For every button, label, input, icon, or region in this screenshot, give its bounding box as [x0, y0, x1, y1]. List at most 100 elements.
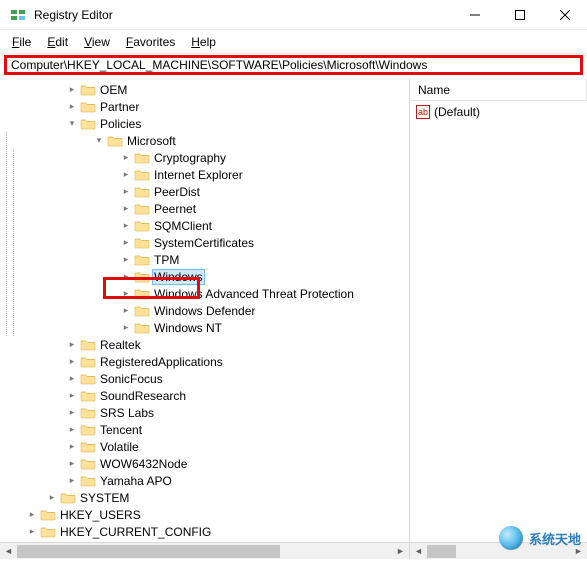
- folder-icon: [80, 440, 96, 454]
- scroll-left-arrow[interactable]: ◄: [410, 543, 427, 560]
- menu-file[interactable]: File: [4, 33, 39, 51]
- tree-item-label: RegisteredApplications: [98, 355, 225, 369]
- tree-item[interactable]: ▸ Realtek: [0, 336, 409, 353]
- values-pane[interactable]: Name ab(Default) ◄ ►: [410, 79, 587, 559]
- window-controls: [452, 0, 587, 29]
- chevron-right-icon[interactable]: ▸: [66, 441, 78, 452]
- tree-item[interactable]: ▸ TPM: [14, 251, 409, 268]
- menu-view[interactable]: View: [76, 33, 118, 51]
- chevron-right-icon[interactable]: ▸: [66, 475, 78, 486]
- menu-help[interactable]: Help: [183, 33, 224, 51]
- tree-item[interactable]: ▸Windows Advanced Threat Protection: [14, 285, 409, 302]
- chevron-right-icon[interactable]: ▸: [66, 407, 78, 418]
- chevron-right-icon[interactable]: ▸: [120, 254, 132, 265]
- menu-bar: File Edit View Favorites Help: [0, 30, 587, 54]
- chevron-right-icon[interactable]: ▸: [66, 458, 78, 469]
- chevron-right-icon[interactable]: ▸: [120, 237, 132, 248]
- tree-item[interactable]: ▸Windows NT: [14, 319, 409, 336]
- tree-item-label: Peernet: [152, 202, 198, 216]
- tree-item-label: Volatile: [98, 440, 141, 454]
- chevron-right-icon[interactable]: ▸: [26, 509, 38, 520]
- tree-item-label: Policies: [98, 117, 143, 131]
- tree-item[interactable]: ▸ RegisteredApplications: [0, 353, 409, 370]
- tree-horizontal-scrollbar[interactable]: ◄ ►: [0, 542, 409, 559]
- chevron-right-icon[interactable]: ▸: [66, 424, 78, 435]
- tree-item-label: SRS Labs: [98, 406, 156, 420]
- chevron-right-icon[interactable]: ▸: [66, 373, 78, 384]
- tree-item[interactable]: ▾ Policies: [0, 115, 409, 132]
- folder-icon: [134, 287, 150, 301]
- maximize-button[interactable]: [497, 0, 542, 29]
- scroll-right-arrow[interactable]: ►: [392, 543, 409, 560]
- chevron-right-icon[interactable]: ▸: [26, 526, 38, 537]
- chevron-down-icon[interactable]: ▾: [66, 118, 78, 129]
- tree-item[interactable]: ▸Tencent: [0, 421, 409, 438]
- chevron-right-icon[interactable]: ▸: [120, 271, 132, 282]
- chevron-right-icon[interactable]: ▸: [120, 152, 132, 163]
- tree-pane[interactable]: ▸OEM▸Partner ▾ Policies▾Microsoft ▸ Cryptogr…: [0, 79, 410, 559]
- chevron-right-icon[interactable]: ▸: [120, 288, 132, 299]
- tree-item[interactable]: ▸ SYSTEM: [0, 489, 409, 506]
- tree-item-label: Yamaha APO: [98, 474, 174, 488]
- tree-item[interactable]: ▸Windows: [14, 268, 409, 285]
- tree-item[interactable]: ▸Internet Explorer: [14, 166, 409, 183]
- tree-item-label: WOW6432Node: [98, 457, 189, 471]
- address-input[interactable]: [11, 58, 576, 72]
- chevron-down-icon[interactable]: ▾: [93, 135, 105, 146]
- tree-item[interactable]: ▸ WOW6432Node: [0, 455, 409, 472]
- chevron-right-icon[interactable]: ▸: [66, 339, 78, 350]
- watermark: 系统天地: [499, 526, 581, 550]
- tree-item[interactable]: ▾Microsoft: [7, 132, 409, 149]
- chevron-right-icon[interactable]: ▸: [66, 84, 78, 95]
- chevron-right-icon[interactable]: ▸: [46, 492, 58, 503]
- tree-item[interactable]: ▸SystemCertificates: [14, 234, 409, 251]
- chevron-right-icon[interactable]: ▸: [120, 186, 132, 197]
- tree-item[interactable]: ▸SoundResearch: [0, 387, 409, 404]
- chevron-right-icon[interactable]: ▸: [120, 322, 132, 333]
- tree-item-label: HKEY_CURRENT_CONFIG: [58, 525, 213, 539]
- values-header[interactable]: Name: [410, 79, 587, 101]
- value-row[interactable]: ab(Default): [410, 103, 587, 121]
- tree-item[interactable]: ▸OEM: [0, 81, 409, 98]
- tree-item-label: SYSTEM: [78, 491, 131, 505]
- tree-item[interactable]: ▸ Cryptography: [14, 149, 409, 166]
- chevron-right-icon[interactable]: ▸: [120, 169, 132, 180]
- tree-item[interactable]: ▸SQMClient: [14, 217, 409, 234]
- scroll-left-arrow[interactable]: ◄: [0, 543, 17, 560]
- tree-item[interactable]: ▸ Peernet: [14, 200, 409, 217]
- tree-item[interactable]: ▸ SRS Labs: [0, 404, 409, 421]
- app-icon: [10, 7, 26, 23]
- tree-item[interactable]: ▸HKEY_USERS: [0, 506, 409, 523]
- folder-icon: [40, 525, 56, 539]
- tree-item-label: Cryptography: [152, 151, 228, 165]
- chevron-right-icon[interactable]: ▸: [66, 356, 78, 367]
- chevron-right-icon[interactable]: ▸: [120, 203, 132, 214]
- minimize-button[interactable]: [452, 0, 497, 29]
- tree-item[interactable]: ▸SonicFocus: [0, 370, 409, 387]
- folder-icon: [80, 355, 96, 369]
- tree-item[interactable]: ▸Partner: [0, 98, 409, 115]
- tree-item-label: Realtek: [98, 338, 143, 352]
- chevron-right-icon[interactable]: ▸: [120, 305, 132, 316]
- column-name[interactable]: Name: [410, 79, 587, 100]
- tree-item-label: TPM: [152, 253, 181, 267]
- address-bar[interactable]: [4, 55, 583, 75]
- folder-icon: [134, 151, 150, 165]
- menu-favorites[interactable]: Favorites: [118, 33, 183, 51]
- folder-icon: [80, 100, 96, 114]
- chevron-right-icon[interactable]: ▸: [120, 220, 132, 231]
- tree-item[interactable]: ▸Windows Defender: [14, 302, 409, 319]
- chevron-right-icon[interactable]: ▸: [66, 390, 78, 401]
- menu-edit[interactable]: Edit: [39, 33, 76, 51]
- tree-item[interactable]: ▸ Volatile: [0, 438, 409, 455]
- tree-item[interactable]: ▸ HKEY_CURRENT_CONFIG: [0, 523, 409, 540]
- close-button[interactable]: [542, 0, 587, 29]
- folder-icon: [80, 474, 96, 488]
- tree-item[interactable]: ▸PeerDist: [14, 183, 409, 200]
- folder-icon: [134, 202, 150, 216]
- chevron-right-icon[interactable]: ▸: [66, 101, 78, 112]
- tree-item[interactable]: ▸ Yamaha APO: [0, 472, 409, 489]
- folder-icon: [134, 321, 150, 335]
- folder-icon: [80, 423, 96, 437]
- folder-icon: [80, 83, 96, 97]
